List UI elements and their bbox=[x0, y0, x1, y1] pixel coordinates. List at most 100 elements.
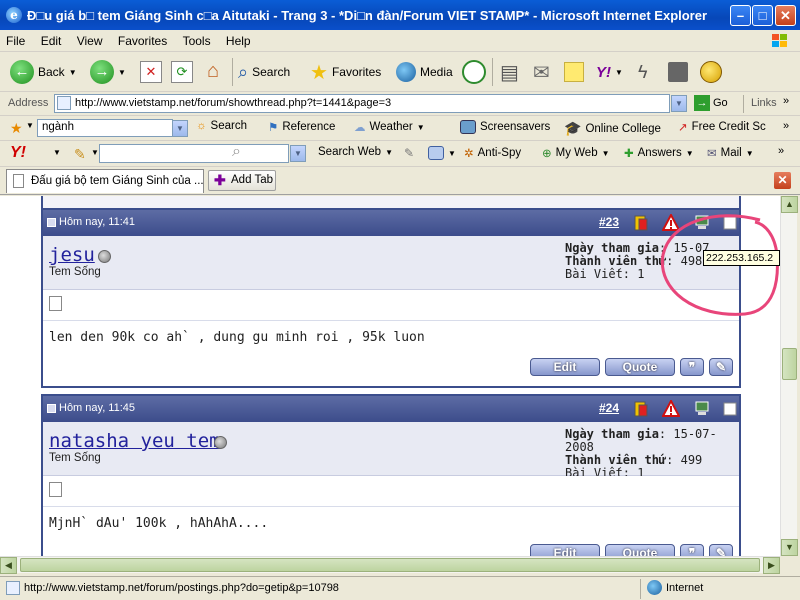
free-credit-button[interactable]: ↗ Free Credit Sc bbox=[678, 120, 766, 134]
dropdown-arrow-icon[interactable]: ▼ bbox=[53, 148, 61, 157]
post-number-link[interactable]: #24 bbox=[599, 401, 619, 415]
weather-button[interactable]: ☁ Weather ▼ bbox=[354, 120, 425, 134]
vertical-scrollbar[interactable]: ▲ ▼ bbox=[780, 196, 798, 556]
yahoo-search-input[interactable]: ⌕ bbox=[99, 143, 289, 163]
address-label: Address bbox=[8, 97, 49, 109]
post-header: Hôm nay, 11:41 #23 bbox=[43, 210, 739, 236]
yahoo-y-icon[interactable]: Y! bbox=[10, 144, 26, 162]
ip-tooltip: 222.253.165.2 bbox=[703, 250, 780, 266]
dropdown-arrow-icon: ▼ bbox=[615, 67, 623, 77]
address-bar: Address http://www.vietstamp.net/forum/s… bbox=[0, 92, 800, 116]
report-warning-icon[interactable] bbox=[662, 400, 680, 418]
maximize-button[interactable]: □ bbox=[752, 5, 773, 26]
notes-button[interactable] bbox=[564, 58, 584, 86]
dropdown-arrow-icon[interactable]: ▼ bbox=[91, 148, 99, 157]
scroll-right-button[interactable]: ▶ bbox=[763, 557, 780, 574]
highlight-icon[interactable]: ✎ bbox=[404, 146, 414, 160]
vertical-scroll-thumb[interactable] bbox=[782, 348, 797, 380]
links-button[interactable]: Links bbox=[751, 97, 777, 109]
horizontal-scrollbar[interactable]: ◀ ▶ bbox=[0, 556, 780, 574]
refresh-button[interactable]: ⟳ bbox=[171, 58, 193, 86]
my-web-button[interactable]: ⊕ My Web ▼ bbox=[542, 146, 610, 160]
multi-quote-checkbox[interactable] bbox=[721, 400, 739, 418]
toolbar-search-dropdown[interactable]: ▼ bbox=[172, 120, 188, 137]
dropdown-arrow-icon: ▼ bbox=[685, 148, 694, 158]
menu-view[interactable]: View bbox=[71, 30, 109, 48]
toolbar-star-icon[interactable]: ★ bbox=[10, 120, 23, 137]
stop-button[interactable]: ✕ bbox=[140, 58, 162, 86]
close-tab-button[interactable]: ✕ bbox=[774, 172, 791, 189]
edit-button[interactable]: Edit bbox=[530, 358, 600, 376]
toolbar-search-input[interactable]: ngành bbox=[37, 119, 173, 137]
dropdown-arrow-icon: ▼ bbox=[118, 67, 126, 77]
answers-label: Answers bbox=[637, 147, 682, 159]
scroll-up-button[interactable]: ▲ bbox=[781, 196, 798, 213]
search-web-button[interactable]: Search Web ▼ bbox=[318, 146, 393, 158]
edit-label: Edit bbox=[553, 546, 577, 556]
annotation-circle bbox=[660, 214, 779, 316]
quick-reply-button[interactable]: ❞ bbox=[680, 544, 704, 556]
chevron-right-icon[interactable]: » bbox=[778, 145, 784, 157]
menu-edit[interactable]: Edit bbox=[35, 30, 68, 48]
chevron-right-icon[interactable]: » bbox=[783, 120, 789, 132]
ip-address-icon[interactable] bbox=[693, 400, 711, 418]
horizontal-scroll-thumb[interactable] bbox=[20, 558, 760, 572]
back-button[interactable]: ← Back ▼ bbox=[10, 58, 77, 86]
yellow-card-icon[interactable] bbox=[631, 400, 649, 418]
yahoo-search-dropdown[interactable]: ▼ bbox=[290, 145, 306, 162]
history-button[interactable] bbox=[462, 58, 486, 86]
scroll-down-button[interactable]: ▼ bbox=[781, 539, 798, 556]
chevron-right-icon[interactable]: » bbox=[783, 95, 789, 107]
menu-file[interactable]: File bbox=[0, 30, 31, 48]
go-button[interactable]: → Go bbox=[694, 95, 728, 111]
menu-help[interactable]: Help bbox=[220, 30, 257, 48]
dropdown-arrow-icon: ▼ bbox=[448, 148, 456, 158]
online-college-button[interactable]: 🎓 Online College bbox=[564, 120, 661, 137]
toolbar-search-button[interactable]: ☼ Search bbox=[196, 120, 247, 132]
yahoo-messenger-button[interactable] bbox=[700, 58, 722, 86]
mail-button[interactable]: ✉ bbox=[533, 58, 550, 86]
multi-quote-button[interactable]: ✎ bbox=[709, 358, 733, 376]
screensavers-button[interactable]: Screensavers bbox=[460, 120, 550, 134]
menu-favorites[interactable]: Favorites bbox=[112, 30, 173, 48]
edit-button[interactable]: Edit bbox=[530, 544, 600, 556]
reference-button[interactable]: ⚑ Reference bbox=[268, 120, 335, 134]
research-button[interactable] bbox=[668, 58, 688, 86]
dropdown-arrow-icon[interactable]: ▼ bbox=[26, 121, 34, 130]
multi-quote-button[interactable]: ✎ bbox=[709, 544, 733, 556]
mail-toolbar-button[interactable]: ✉ Mail ▼ bbox=[707, 146, 754, 160]
search-button[interactable]: ⌕ Search bbox=[238, 58, 290, 86]
home-button[interactable]: ⌂ bbox=[202, 58, 224, 86]
post-number-link[interactable]: #23 bbox=[599, 215, 619, 229]
toolbar-separator bbox=[492, 58, 493, 86]
post-icon-document bbox=[49, 482, 62, 497]
scroll-left-button[interactable]: ◀ bbox=[0, 557, 17, 574]
offline-status-icon bbox=[214, 436, 227, 449]
yahoo-button[interactable]: Y! ▼ bbox=[596, 58, 623, 86]
ie-logo-icon: e bbox=[6, 7, 22, 23]
username-link[interactable]: natasha yeu tem bbox=[49, 430, 221, 452]
media-button[interactable]: Media bbox=[396, 58, 453, 86]
favorites-button[interactable]: ★ Favorites bbox=[310, 58, 381, 86]
add-tab-button[interactable]: ✚ Add Tab bbox=[208, 170, 276, 191]
print-button[interactable]: ▤ bbox=[500, 58, 519, 86]
messenger-button[interactable]: ϟ bbox=[638, 58, 648, 86]
quick-reply-button[interactable]: ❞ bbox=[680, 358, 704, 376]
quote-button[interactable]: Quote bbox=[605, 544, 675, 556]
layout-button[interactable]: ▼ bbox=[428, 146, 456, 160]
page-content: Hôm nay, 11:41 #23 jesu Tem Sống Ngày th… bbox=[0, 196, 780, 556]
address-dropdown-button[interactable]: ▼ bbox=[671, 95, 687, 112]
username-link[interactable]: jesu bbox=[49, 244, 95, 266]
minimize-button[interactable]: – bbox=[730, 5, 751, 26]
tab-active[interactable]: Đấu giá bộ tem Giáng Sinh của ... bbox=[6, 169, 204, 193]
quote-button[interactable]: Quote bbox=[605, 358, 675, 376]
menu-tools[interactable]: Tools bbox=[177, 30, 217, 48]
anti-spy-button[interactable]: ✲ Anti-Spy bbox=[464, 146, 521, 160]
answers-button[interactable]: ✚ Answers ▼ bbox=[624, 146, 694, 160]
yellow-card-icon[interactable] bbox=[631, 214, 649, 232]
pencil-icon[interactable]: ✎ bbox=[74, 146, 86, 163]
address-input[interactable]: http://www.vietstamp.net/forum/showthrea… bbox=[54, 94, 670, 113]
close-button[interactable]: ✕ bbox=[775, 5, 796, 26]
mail-icon: ✉ bbox=[533, 61, 550, 84]
forward-button[interactable]: → ▼ bbox=[90, 58, 126, 86]
